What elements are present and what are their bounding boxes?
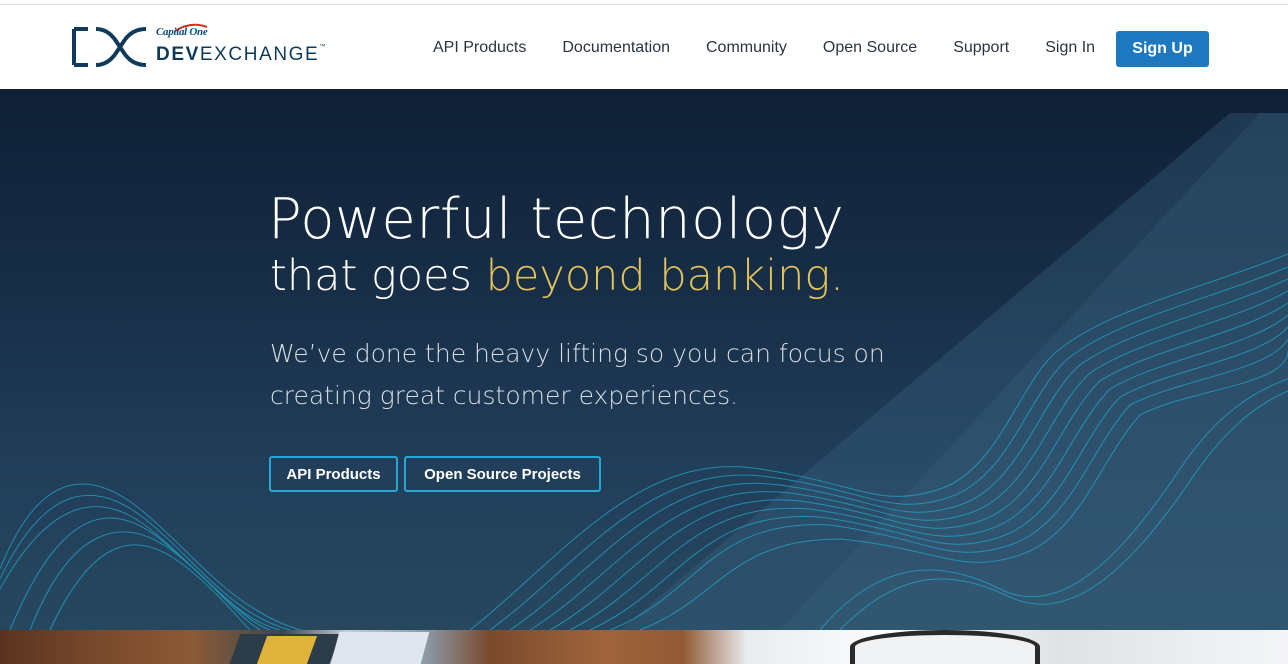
open-source-projects-button[interactable]: Open Source Projects: [404, 456, 601, 492]
devexchange-wordmark: DEVEXCHANGE™: [156, 44, 326, 65]
hero-description: We’ve done the heavy lifting so you can …: [270, 339, 885, 410]
nav-community[interactable]: Community: [688, 39, 805, 57]
dx-logo-icon: [72, 27, 147, 67]
devexchange-logo[interactable]: Capital One DEVEXCHANGE™: [72, 23, 326, 73]
nav-sign-in[interactable]: Sign In: [1027, 39, 1113, 57]
hero-headline: Powerful technology: [268, 187, 845, 252]
photo-object-cup: [850, 630, 1040, 664]
hero-accent-text: beyond banking.: [485, 251, 844, 301]
site-header: Capital One DEVEXCHANGE™ API Products Do…: [0, 5, 1288, 89]
nav-open-source[interactable]: Open Source: [805, 39, 935, 57]
main-navigation: API Products Documentation Community Ope…: [415, 31, 1113, 65]
hero-subheadline: that goes beyond banking.: [270, 251, 844, 301]
sign-up-button[interactable]: Sign Up: [1116, 31, 1209, 67]
nav-api-products[interactable]: API Products: [415, 39, 544, 57]
nav-support[interactable]: Support: [935, 39, 1027, 57]
hero-section: Powerful technology that goes beyond ban…: [0, 89, 1288, 630]
api-products-button[interactable]: API Products: [269, 456, 398, 492]
capital-one-wordmark: Capital One: [156, 26, 208, 38]
nav-documentation[interactable]: Documentation: [544, 39, 688, 57]
hero-photo-strip: [0, 630, 1288, 664]
photo-object-card: [330, 632, 430, 664]
photo-object-yellow: [256, 636, 318, 664]
